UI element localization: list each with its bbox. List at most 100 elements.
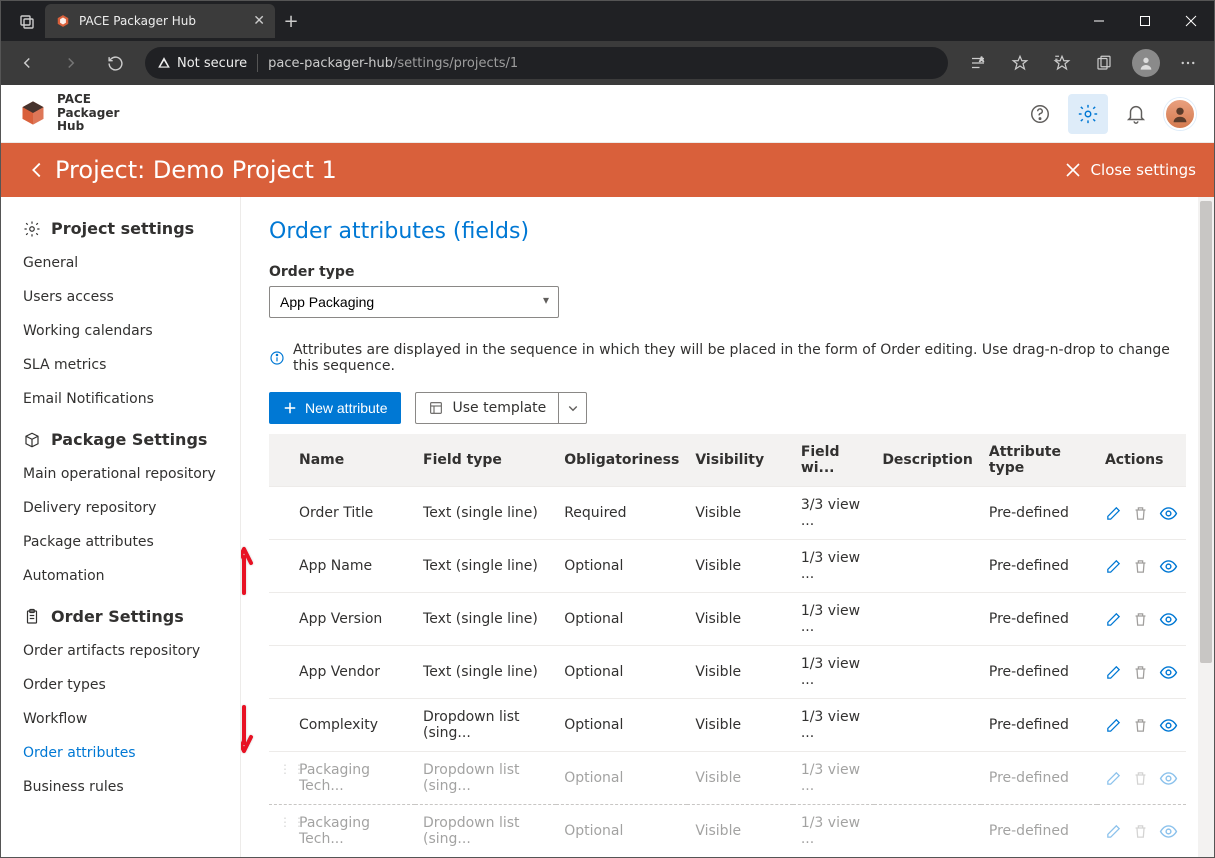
close-settings-button[interactable]: Close settings — [1065, 161, 1196, 179]
settings-gear-icon[interactable] — [1068, 94, 1108, 134]
sidebar-item[interactable]: Users access — [1, 280, 240, 314]
delete-icon[interactable] — [1132, 558, 1149, 575]
table-header[interactable]: Actions — [1097, 434, 1186, 487]
new-attribute-button[interactable]: New attribute — [269, 392, 401, 424]
visibility-eye-icon[interactable] — [1159, 610, 1178, 629]
edit-icon[interactable] — [1105, 664, 1122, 681]
sidebar-item[interactable]: Package attributes — [1, 525, 240, 559]
collections-icon[interactable] — [1084, 43, 1124, 83]
table-row[interactable]: App VersionText (single line)OptionalVis… — [269, 593, 1186, 646]
visibility-eye-icon[interactable] — [1159, 716, 1178, 735]
browser-tab[interactable]: PACE Packager Hub ✕ — [45, 4, 275, 38]
table-header[interactable]: Name — [269, 434, 415, 487]
delete-icon[interactable] — [1132, 505, 1149, 522]
sidebar-item[interactable]: SLA metrics — [1, 348, 240, 382]
info-icon — [269, 350, 285, 366]
delete-icon[interactable] — [1132, 611, 1149, 628]
info-message: Attributes are displayed in the sequence… — [269, 342, 1186, 374]
window-close-icon[interactable] — [1168, 1, 1214, 41]
edit-icon[interactable] — [1105, 717, 1122, 734]
table-cell: 1/3 view ... — [793, 593, 875, 646]
window-minimize-icon[interactable] — [1076, 1, 1122, 41]
table-row[interactable]: ⋮⋮Packaging Tech...Dropdown list (sing..… — [269, 805, 1186, 858]
user-avatar[interactable] — [1164, 98, 1196, 130]
visibility-eye-icon[interactable] — [1159, 557, 1178, 576]
table-row[interactable]: ⋮⋮Packaging Tech...Dropdown list (sing..… — [269, 752, 1186, 805]
address-bar[interactable]: Not secure pace-packager-hub/settings/pr… — [145, 47, 948, 79]
sidebar-item[interactable]: Workflow — [1, 702, 240, 736]
addressbar-separator — [257, 54, 258, 72]
read-aloud-icon[interactable]: A — [958, 43, 998, 83]
profile-avatar-icon[interactable] — [1126, 43, 1166, 83]
delete-icon[interactable] — [1132, 770, 1149, 787]
tab-favicon-icon — [55, 13, 71, 29]
table-row[interactable]: App NameText (single line)OptionalVisibl… — [269, 540, 1186, 593]
table-cell: Optional — [556, 805, 687, 858]
table-cell-actions — [1097, 805, 1186, 858]
table-cell: Text (single line) — [415, 646, 556, 699]
table-cell: App Name — [269, 540, 415, 593]
edit-icon[interactable] — [1105, 558, 1122, 575]
table-cell: 3/3 view ... — [793, 487, 875, 540]
tab-close-icon[interactable]: ✕ — [253, 13, 265, 29]
edit-icon[interactable] — [1105, 770, 1122, 787]
sidebar-item[interactable]: Working calendars — [1, 314, 240, 348]
visibility-eye-icon[interactable] — [1159, 822, 1178, 841]
table-cell: 1/3 view ... — [793, 752, 875, 805]
window-maximize-icon[interactable] — [1122, 1, 1168, 41]
table-row[interactable]: App VendorText (single line)OptionalVisi… — [269, 646, 1186, 699]
table-cell: 1/3 view ... — [793, 805, 875, 858]
delete-icon[interactable] — [1132, 664, 1149, 681]
table-header[interactable]: Visibility — [687, 434, 792, 487]
table-cell: Pre-defined — [981, 487, 1097, 540]
table-cell: Optional — [556, 540, 687, 593]
visibility-eye-icon[interactable] — [1159, 769, 1178, 788]
tab-actions-icon[interactable] — [9, 1, 45, 41]
drag-handle-icon[interactable]: ⋮⋮ — [279, 815, 307, 829]
table-row[interactable]: ComplexityDropdown list (sing...Optional… — [269, 699, 1186, 752]
table-row[interactable]: Order TitleText (single line)RequiredVis… — [269, 487, 1186, 540]
table-header[interactable]: Description — [874, 434, 981, 487]
brand-text: PACE Packager Hub — [57, 93, 119, 134]
table-cell: Pre-defined — [981, 540, 1097, 593]
sidebar-item[interactable]: Main operational repository — [1, 457, 240, 491]
new-tab-button[interactable]: + — [275, 11, 307, 32]
use-template-button[interactable]: Use template — [415, 392, 587, 424]
not-secure-badge[interactable]: Not secure — [157, 56, 247, 71]
sidebar-item[interactable]: Business rules — [1, 770, 240, 804]
sidebar: Project settings GeneralUsers accessWork… — [1, 197, 241, 858]
use-template-dropdown[interactable] — [558, 393, 586, 423]
sidebar-item[interactable]: Email Notifications — [1, 382, 240, 416]
delete-icon[interactable] — [1132, 823, 1149, 840]
edit-icon[interactable] — [1105, 611, 1122, 628]
table-header[interactable]: Obligatoriness — [556, 434, 687, 487]
visibility-eye-icon[interactable] — [1159, 663, 1178, 682]
table-header[interactable]: Attribute type — [981, 434, 1097, 487]
delete-icon[interactable] — [1132, 717, 1149, 734]
vertical-scrollbar[interactable] — [1198, 197, 1214, 857]
nav-forward-button — [51, 43, 91, 83]
favorites-icon[interactable] — [1042, 43, 1082, 83]
notifications-bell-icon[interactable] — [1116, 94, 1156, 134]
order-type-select[interactable]: App Packaging — [269, 286, 559, 318]
page-back-button[interactable] — [19, 159, 55, 181]
sidebar-item[interactable]: General — [1, 246, 240, 280]
sidebar-item[interactable]: Order artifacts repository — [1, 634, 240, 668]
edit-icon[interactable] — [1105, 505, 1122, 522]
table-header[interactable]: Field wi... — [793, 434, 875, 487]
visibility-eye-icon[interactable] — [1159, 504, 1178, 523]
nav-refresh-button[interactable] — [95, 43, 135, 83]
sidebar-item[interactable]: Order attributes — [1, 736, 240, 770]
help-icon[interactable] — [1020, 94, 1060, 134]
sidebar-item[interactable]: Delivery repository — [1, 491, 240, 525]
table-header[interactable]: Field type — [415, 434, 556, 487]
drag-handle-icon[interactable]: ⋮⋮ — [279, 762, 307, 776]
brand-logo[interactable]: PACE Packager Hub — [19, 93, 119, 134]
sidebar-item[interactable]: Order types — [1, 668, 240, 702]
edit-icon[interactable] — [1105, 823, 1122, 840]
more-menu-icon[interactable] — [1168, 43, 1208, 83]
favorites-star-icon[interactable] — [1000, 43, 1040, 83]
sidebar-item[interactable]: Automation — [1, 559, 240, 593]
nav-back-button[interactable] — [7, 43, 47, 83]
table-cell-actions — [1097, 487, 1186, 540]
